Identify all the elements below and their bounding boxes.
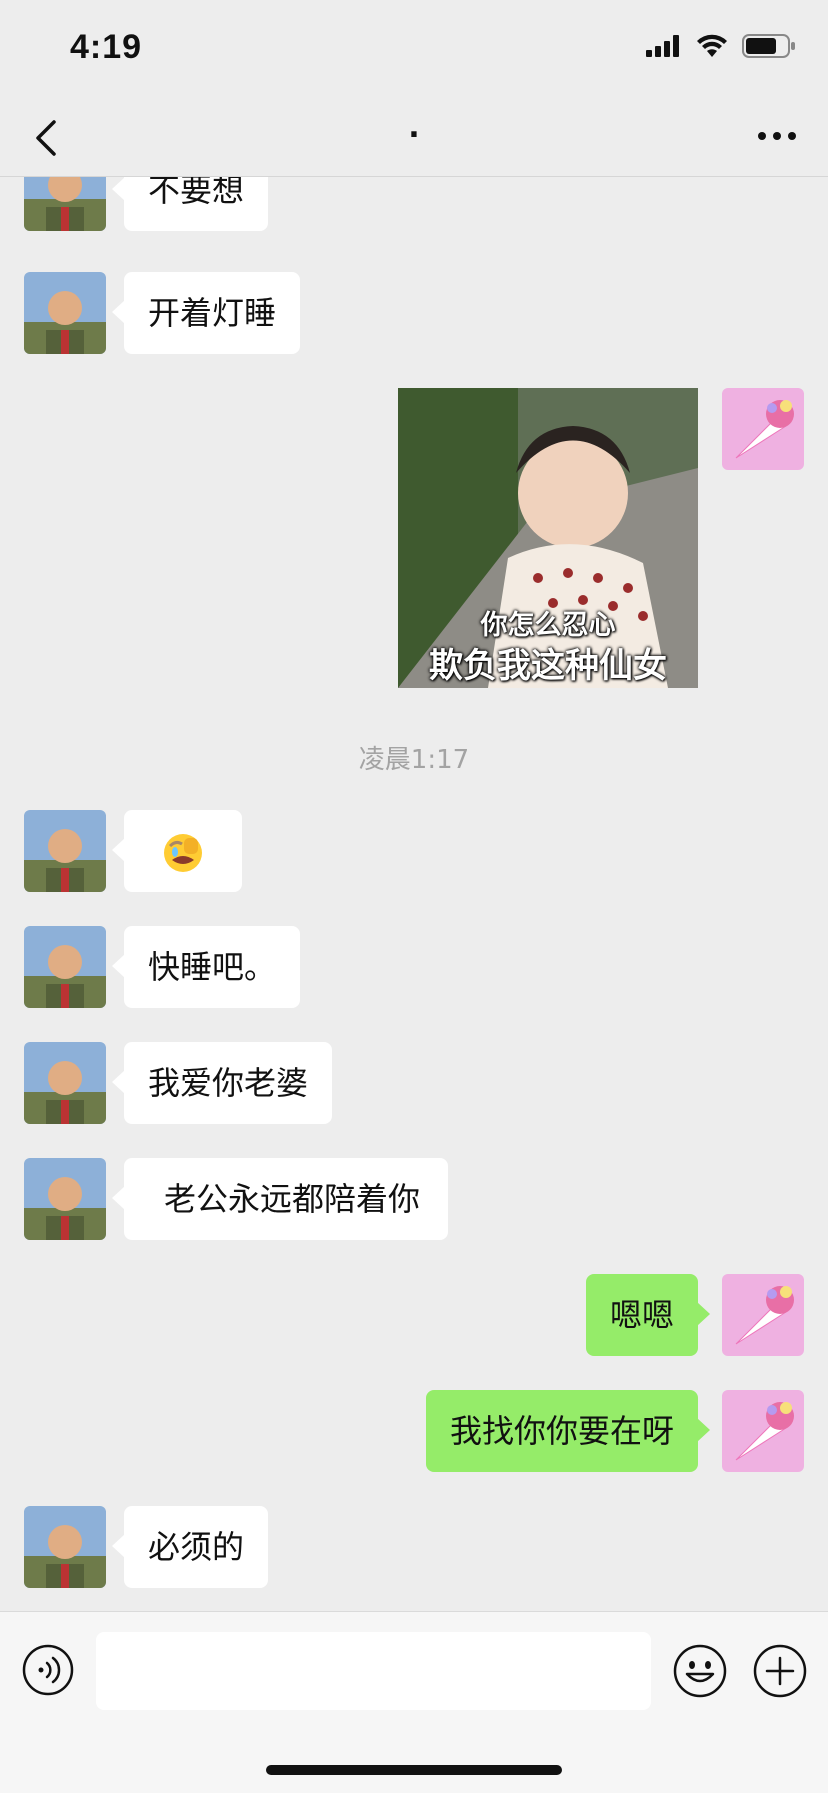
my-avatar[interactable] (722, 388, 804, 470)
message-bubble-outgoing[interactable]: 我找你你要在呀 (425, 1390, 711, 1472)
contact-avatar[interactable] (24, 926, 106, 1008)
contact-avatar[interactable] (24, 1042, 106, 1124)
wifi-icon (697, 34, 727, 57)
contact-avatar[interactable] (24, 1158, 106, 1240)
message-bubble-outgoing[interactable]: 嗯嗯 (585, 1274, 711, 1356)
chat-area[interactable]: 不要想 开着灯睡 你怎么忍心 欺负我这种仙女 凌晨1:17 快睡吧。 我爱你老婆… (0, 177, 828, 1611)
contact-avatar[interactable] (24, 810, 106, 892)
message-input[interactable] (96, 1632, 651, 1710)
message-bubble-incoming[interactable]: 我爱你老婆 (111, 1042, 333, 1124)
home-indicator[interactable] (266, 1765, 562, 1775)
status-time: 4:19 (70, 28, 143, 66)
message-bubble-incoming[interactable]: 不要想 (111, 177, 269, 231)
sticker-caption-line2: 欺负我这种仙女 (429, 646, 667, 686)
message-timestamp: 凌晨1:17 (358, 745, 470, 775)
emoji-button[interactable] (673, 1644, 727, 1698)
status-icons (646, 34, 796, 58)
message-bubble-incoming[interactable]: 必须的 (111, 1506, 269, 1588)
contact-avatar[interactable] (24, 1506, 106, 1588)
sticker-caption-line1: 你怎么忍心 (480, 610, 616, 641)
plus-icon (753, 1644, 807, 1698)
voice-icon (22, 1644, 74, 1696)
nav-bar: . (0, 100, 828, 177)
contact-avatar[interactable] (24, 177, 106, 231)
message-bubble-incoming[interactable]: 快睡吧。 (111, 926, 301, 1008)
message-bubble-incoming[interactable]: 老公永远都陪着你 (111, 1158, 449, 1240)
message-bubble-emoji[interactable] (112, 810, 242, 892)
contact-avatar[interactable] (24, 272, 106, 354)
voice-button[interactable] (22, 1644, 74, 1696)
status-bar: 4:19 (0, 0, 828, 100)
signal-icon (646, 35, 679, 57)
sticker-image[interactable]: 你怎么忍心 欺负我这种仙女 (398, 388, 698, 688)
my-avatar[interactable] (722, 1274, 804, 1356)
emoji-icon (673, 1644, 727, 1698)
more-button[interactable] (752, 114, 802, 158)
more-functions-button[interactable] (753, 1644, 807, 1698)
battery-icon (742, 34, 795, 58)
message-bubble-incoming[interactable]: 开着灯睡 (111, 272, 301, 354)
my-avatar[interactable] (722, 1390, 804, 1472)
ellipsis-icon (758, 132, 796, 140)
chat-title: . (408, 110, 420, 145)
facepalm-cry-emoji-icon (164, 834, 202, 872)
